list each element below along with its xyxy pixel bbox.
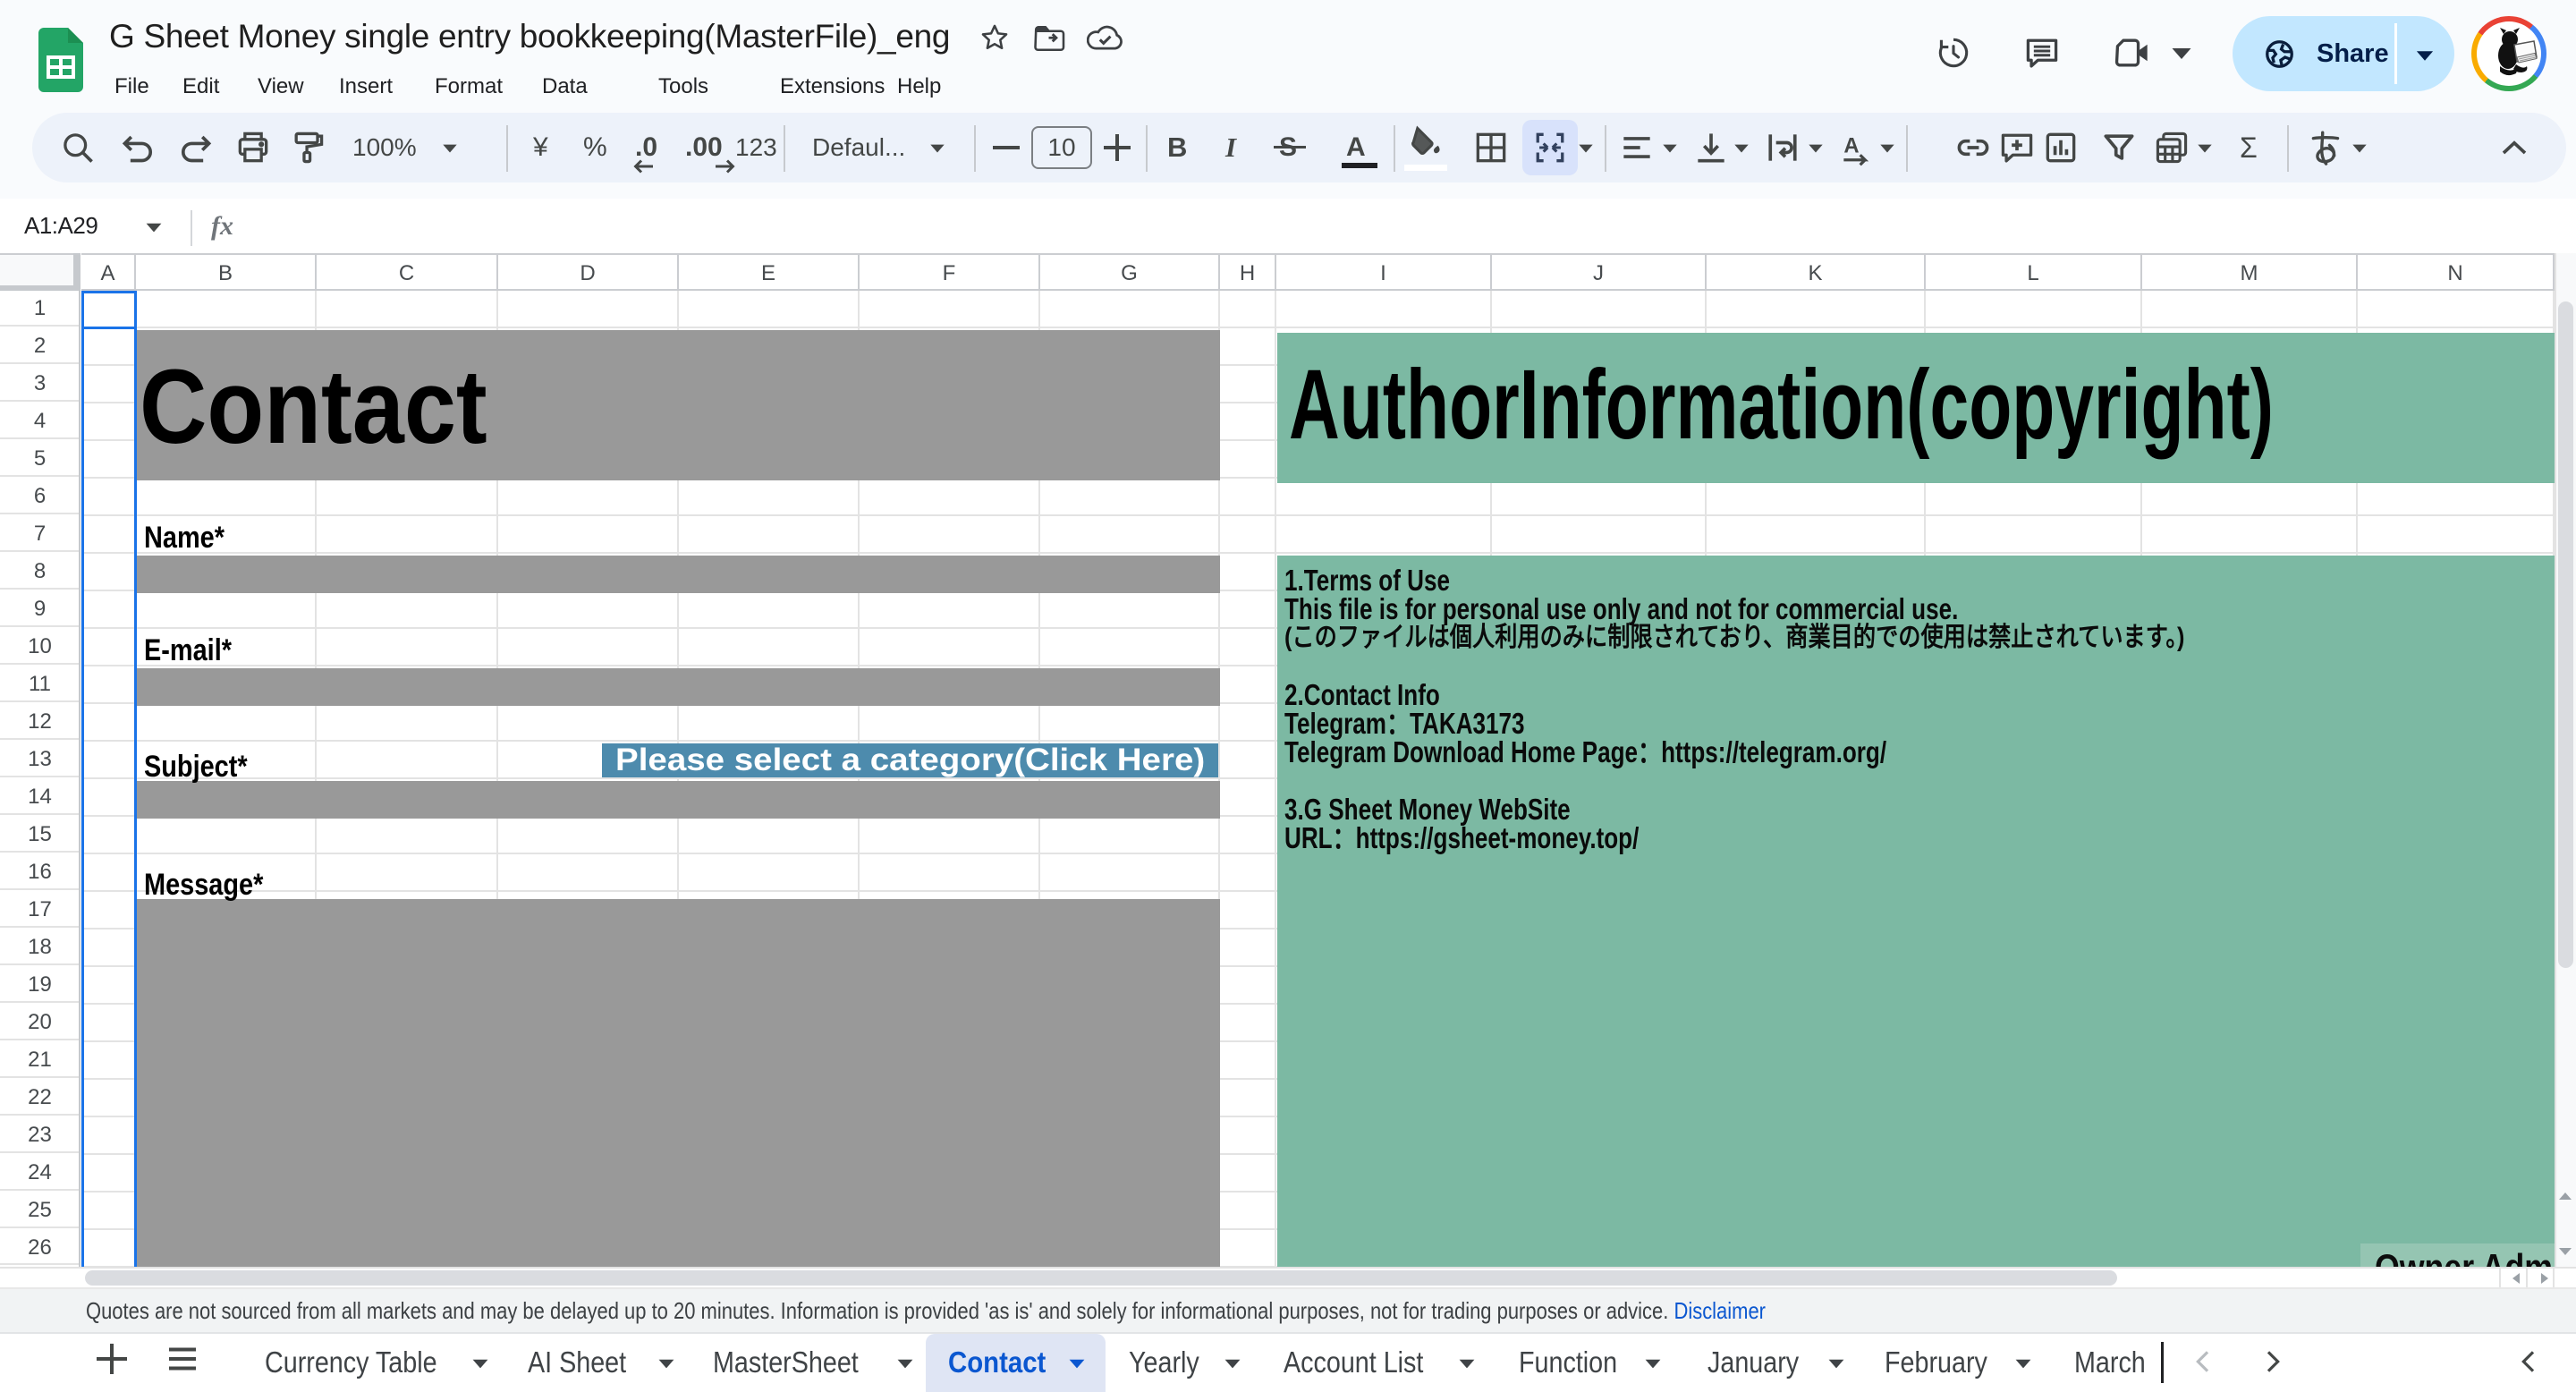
svg-text:A: A — [1843, 134, 1859, 158]
